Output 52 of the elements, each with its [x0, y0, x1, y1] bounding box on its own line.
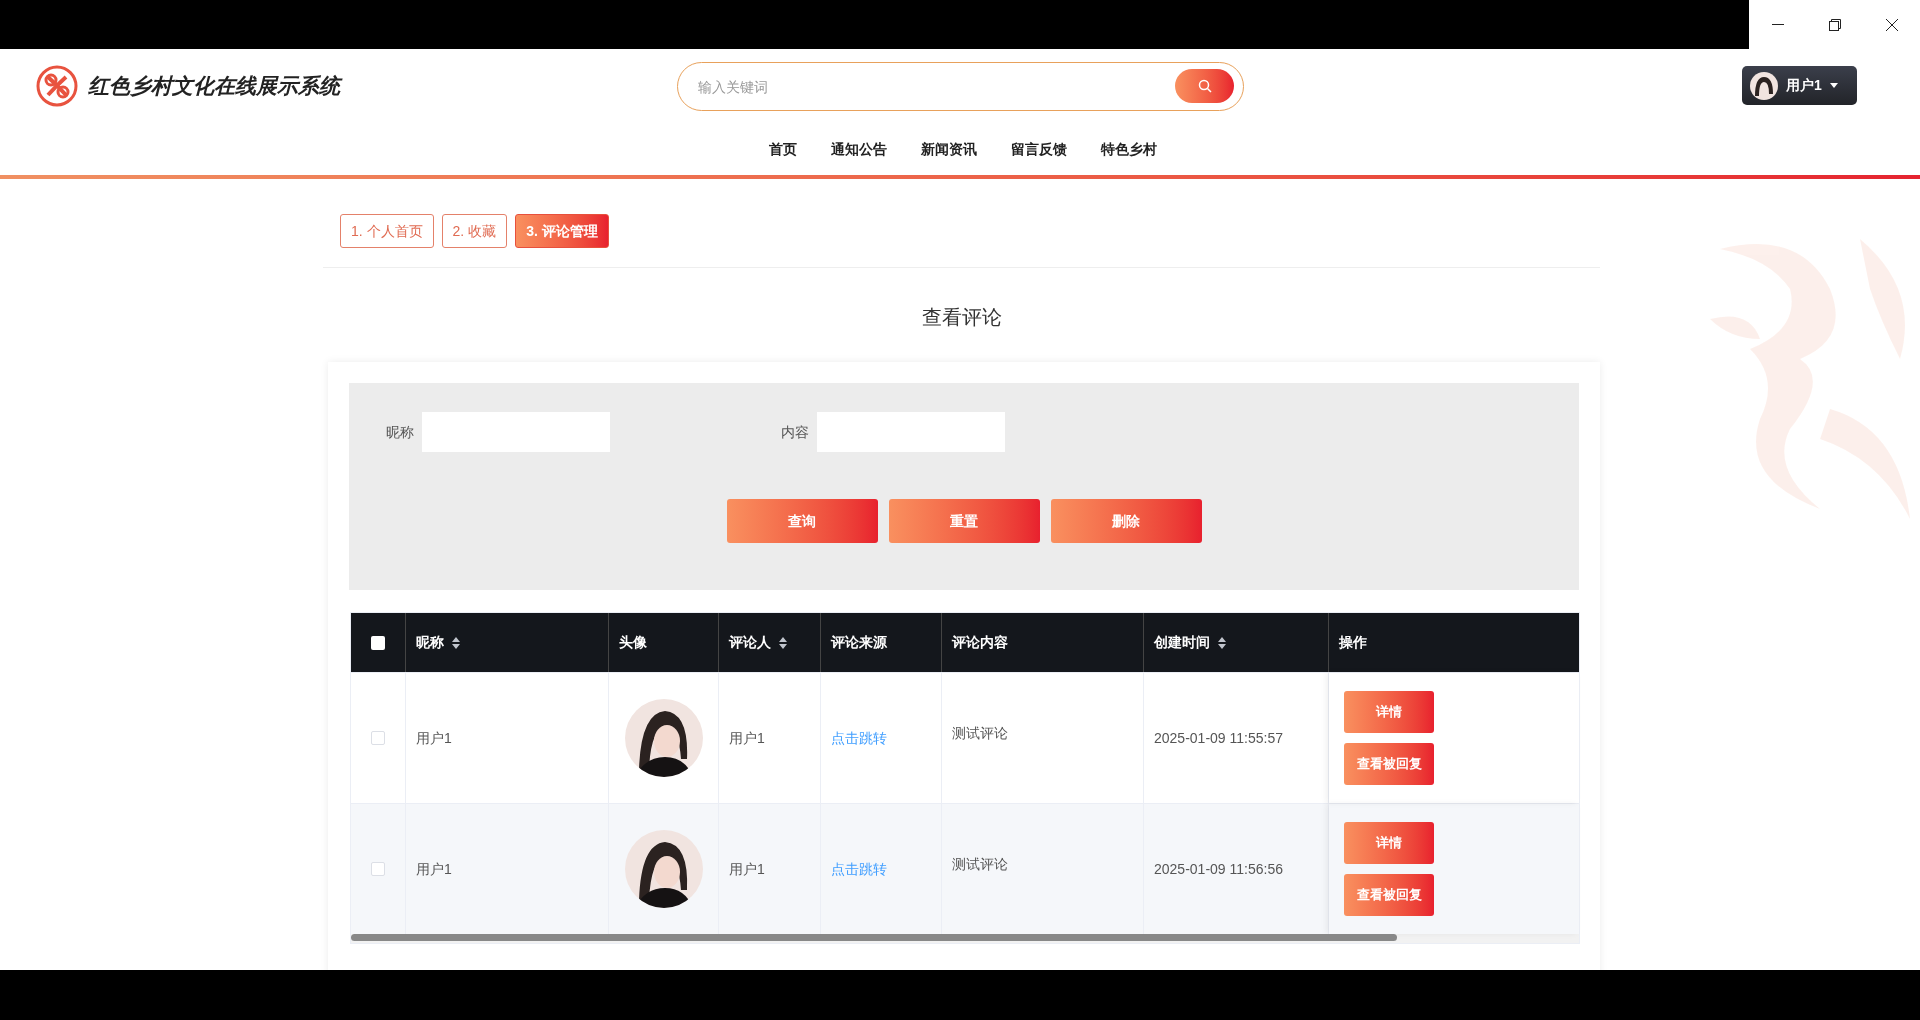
- jump-link[interactable]: 点击跳转: [831, 727, 887, 749]
- row-action-button[interactable]: 详情: [1344, 691, 1434, 733]
- search-field[interactable]: 输入关键词: [677, 62, 1244, 111]
- sort-icon[interactable]: [1218, 636, 1226, 649]
- row-action-button[interactable]: 查看被回复: [1344, 743, 1434, 785]
- tab[interactable]: 1. 个人首页: [340, 214, 434, 248]
- row-action-button[interactable]: 详情: [1344, 822, 1434, 864]
- search-icon: [1197, 79, 1212, 93]
- nav-link[interactable]: 新闻资讯: [921, 138, 977, 160]
- table-cell-text: 测试评论: [952, 855, 1008, 874]
- nav-link[interactable]: 首页: [769, 138, 797, 160]
- sort-icon[interactable]: [779, 636, 787, 649]
- table-cell-text: 用户1: [729, 728, 765, 748]
- tab[interactable]: 3. 评论管理: [515, 214, 609, 248]
- row-checkbox[interactable]: [371, 862, 385, 876]
- nav-link[interactable]: 通知公告: [831, 138, 887, 160]
- column-header: 评论人: [729, 633, 771, 652]
- close-icon[interactable]: [1885, 18, 1898, 31]
- caret-icon: [1829, 83, 1838, 88]
- row-checkbox[interactable]: [371, 731, 385, 745]
- row-action-button[interactable]: 查看被回复: [1344, 874, 1434, 916]
- column-header: 评论内容: [952, 633, 1008, 652]
- table-cell-text: 用户1: [416, 859, 452, 879]
- scrollbar-thumb[interactable]: [351, 934, 1397, 941]
- column-header: 操作: [1339, 633, 1367, 652]
- select-all-checkbox[interactable]: [371, 635, 385, 650]
- avatar-icon: [1750, 71, 1778, 100]
- table-cell-text: 用户1: [416, 728, 452, 748]
- filter-label: 昵称: [386, 422, 414, 442]
- minimize-icon[interactable]: [1771, 23, 1784, 26]
- column-header: 评论来源: [831, 633, 887, 652]
- action-button[interactable]: 删除: [1050, 499, 1202, 543]
- maximize-icon[interactable]: [1828, 18, 1841, 31]
- table-cell-text: 用户1: [729, 859, 765, 879]
- table-cell-text: 2025-01-09 11:56:56: [1154, 859, 1283, 879]
- column-header: 创建时间: [1154, 633, 1210, 652]
- nav-link[interactable]: 特色乡村: [1101, 138, 1157, 160]
- tab[interactable]: 2. 收藏: [441, 214, 508, 248]
- nav-link[interactable]: 留言反馈: [1011, 138, 1067, 160]
- filter-label: 内容: [781, 422, 809, 442]
- user-menu[interactable]: 用户1: [1742, 66, 1857, 105]
- table-cell-text: 2025-01-09 11:55:57: [1154, 728, 1283, 748]
- jump-link[interactable]: 点击跳转: [831, 858, 887, 880]
- table-cell-text: 测试评论: [952, 724, 1008, 743]
- column-header: 头像: [619, 633, 647, 652]
- column-header: 昵称: [416, 633, 444, 652]
- search-button[interactable]: [1175, 69, 1234, 103]
- action-button[interactable]: 查询: [726, 499, 878, 543]
- page-title: 查看评论: [920, 305, 1003, 330]
- sort-icon[interactable]: [452, 636, 460, 649]
- logo-icon: [36, 65, 78, 107]
- action-button[interactable]: 重置: [888, 499, 1040, 543]
